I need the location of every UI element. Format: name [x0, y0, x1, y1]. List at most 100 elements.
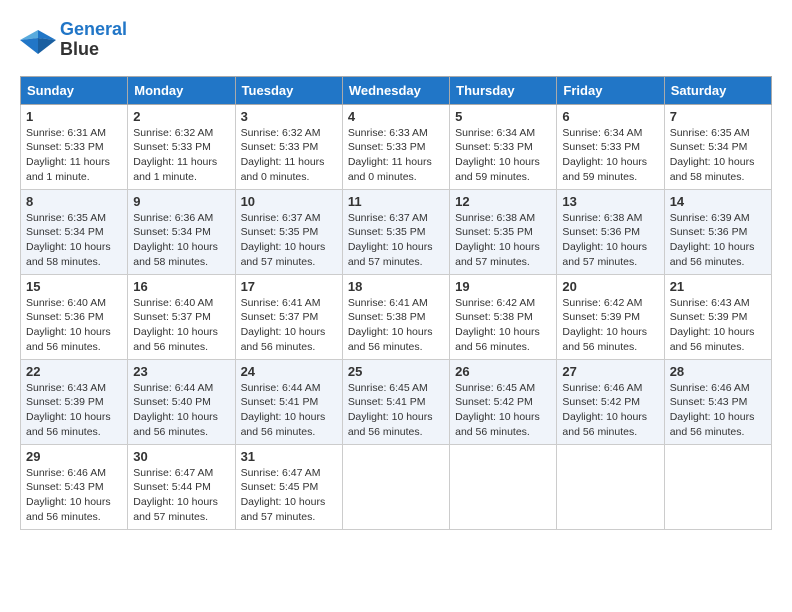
- day-info: Sunrise: 6:32 AM Sunset: 5:33 PM Dayligh…: [133, 126, 229, 185]
- day-number: 1: [26, 109, 122, 124]
- calendar-cell: 23 Sunrise: 6:44 AM Sunset: 5:40 PM Dayl…: [128, 359, 235, 444]
- day-number: 19: [455, 279, 551, 294]
- column-header-monday: Monday: [128, 76, 235, 104]
- calendar-cell: 24 Sunrise: 6:44 AM Sunset: 5:41 PM Dayl…: [235, 359, 342, 444]
- day-number: 29: [26, 449, 122, 464]
- day-info: Sunrise: 6:41 AM Sunset: 5:38 PM Dayligh…: [348, 296, 444, 355]
- calendar-cell: 27 Sunrise: 6:46 AM Sunset: 5:42 PM Dayl…: [557, 359, 664, 444]
- day-number: 10: [241, 194, 337, 209]
- calendar-cell: 8 Sunrise: 6:35 AM Sunset: 5:34 PM Dayli…: [21, 189, 128, 274]
- calendar-cell: 28 Sunrise: 6:46 AM Sunset: 5:43 PM Dayl…: [664, 359, 771, 444]
- calendar-cell: 26 Sunrise: 6:45 AM Sunset: 5:42 PM Dayl…: [450, 359, 557, 444]
- calendar-cell: 1 Sunrise: 6:31 AM Sunset: 5:33 PM Dayli…: [21, 104, 128, 189]
- day-info: Sunrise: 6:33 AM Sunset: 5:33 PM Dayligh…: [348, 126, 444, 185]
- calendar-cell: [342, 444, 449, 529]
- week-row-4: 22 Sunrise: 6:43 AM Sunset: 5:39 PM Dayl…: [21, 359, 772, 444]
- day-info: Sunrise: 6:36 AM Sunset: 5:34 PM Dayligh…: [133, 211, 229, 270]
- day-info: Sunrise: 6:39 AM Sunset: 5:36 PM Dayligh…: [670, 211, 766, 270]
- day-number: 15: [26, 279, 122, 294]
- calendar-cell: 22 Sunrise: 6:43 AM Sunset: 5:39 PM Dayl…: [21, 359, 128, 444]
- calendar-cell: 11 Sunrise: 6:37 AM Sunset: 5:35 PM Dayl…: [342, 189, 449, 274]
- calendar-cell: 29 Sunrise: 6:46 AM Sunset: 5:43 PM Dayl…: [21, 444, 128, 529]
- day-info: Sunrise: 6:32 AM Sunset: 5:33 PM Dayligh…: [241, 126, 337, 185]
- calendar-cell: 4 Sunrise: 6:33 AM Sunset: 5:33 PM Dayli…: [342, 104, 449, 189]
- day-info: Sunrise: 6:34 AM Sunset: 5:33 PM Dayligh…: [562, 126, 658, 185]
- day-info: Sunrise: 6:47 AM Sunset: 5:44 PM Dayligh…: [133, 466, 229, 525]
- calendar-table: SundayMondayTuesdayWednesdayThursdayFrid…: [20, 76, 772, 530]
- calendar-cell: 17 Sunrise: 6:41 AM Sunset: 5:37 PM Dayl…: [235, 274, 342, 359]
- day-info: Sunrise: 6:41 AM Sunset: 5:37 PM Dayligh…: [241, 296, 337, 355]
- day-info: Sunrise: 6:35 AM Sunset: 5:34 PM Dayligh…: [670, 126, 766, 185]
- calendar-cell: 7 Sunrise: 6:35 AM Sunset: 5:34 PM Dayli…: [664, 104, 771, 189]
- logo-icon: [20, 26, 56, 54]
- day-info: Sunrise: 6:37 AM Sunset: 5:35 PM Dayligh…: [241, 211, 337, 270]
- day-number: 23: [133, 364, 229, 379]
- calendar-cell: 14 Sunrise: 6:39 AM Sunset: 5:36 PM Dayl…: [664, 189, 771, 274]
- calendar-cell: 9 Sunrise: 6:36 AM Sunset: 5:34 PM Dayli…: [128, 189, 235, 274]
- calendar-cell: 19 Sunrise: 6:42 AM Sunset: 5:38 PM Dayl…: [450, 274, 557, 359]
- day-number: 28: [670, 364, 766, 379]
- day-number: 9: [133, 194, 229, 209]
- day-number: 26: [455, 364, 551, 379]
- day-info: Sunrise: 6:35 AM Sunset: 5:34 PM Dayligh…: [26, 211, 122, 270]
- calendar-cell: [557, 444, 664, 529]
- day-number: 13: [562, 194, 658, 209]
- calendar-cell: 16 Sunrise: 6:40 AM Sunset: 5:37 PM Dayl…: [128, 274, 235, 359]
- calendar-cell: 21 Sunrise: 6:43 AM Sunset: 5:39 PM Dayl…: [664, 274, 771, 359]
- day-info: Sunrise: 6:37 AM Sunset: 5:35 PM Dayligh…: [348, 211, 444, 270]
- day-number: 2: [133, 109, 229, 124]
- week-row-1: 1 Sunrise: 6:31 AM Sunset: 5:33 PM Dayli…: [21, 104, 772, 189]
- day-info: Sunrise: 6:43 AM Sunset: 5:39 PM Dayligh…: [670, 296, 766, 355]
- day-number: 8: [26, 194, 122, 209]
- day-number: 3: [241, 109, 337, 124]
- day-info: Sunrise: 6:42 AM Sunset: 5:39 PM Dayligh…: [562, 296, 658, 355]
- calendar-cell: 10 Sunrise: 6:37 AM Sunset: 5:35 PM Dayl…: [235, 189, 342, 274]
- week-row-5: 29 Sunrise: 6:46 AM Sunset: 5:43 PM Dayl…: [21, 444, 772, 529]
- day-info: Sunrise: 6:31 AM Sunset: 5:33 PM Dayligh…: [26, 126, 122, 185]
- day-info: Sunrise: 6:43 AM Sunset: 5:39 PM Dayligh…: [26, 381, 122, 440]
- page-header: General Blue: [20, 20, 772, 60]
- calendar-cell: 20 Sunrise: 6:42 AM Sunset: 5:39 PM Dayl…: [557, 274, 664, 359]
- logo: General Blue: [20, 20, 127, 60]
- day-number: 11: [348, 194, 444, 209]
- calendar-cell: 2 Sunrise: 6:32 AM Sunset: 5:33 PM Dayli…: [128, 104, 235, 189]
- column-header-wednesday: Wednesday: [342, 76, 449, 104]
- column-header-thursday: Thursday: [450, 76, 557, 104]
- day-info: Sunrise: 6:45 AM Sunset: 5:41 PM Dayligh…: [348, 381, 444, 440]
- day-number: 18: [348, 279, 444, 294]
- day-info: Sunrise: 6:46 AM Sunset: 5:42 PM Dayligh…: [562, 381, 658, 440]
- day-number: 22: [26, 364, 122, 379]
- day-info: Sunrise: 6:40 AM Sunset: 5:36 PM Dayligh…: [26, 296, 122, 355]
- column-header-saturday: Saturday: [664, 76, 771, 104]
- calendar-cell: 5 Sunrise: 6:34 AM Sunset: 5:33 PM Dayli…: [450, 104, 557, 189]
- day-info: Sunrise: 6:34 AM Sunset: 5:33 PM Dayligh…: [455, 126, 551, 185]
- day-number: 25: [348, 364, 444, 379]
- day-info: Sunrise: 6:47 AM Sunset: 5:45 PM Dayligh…: [241, 466, 337, 525]
- day-number: 21: [670, 279, 766, 294]
- calendar-cell: 25 Sunrise: 6:45 AM Sunset: 5:41 PM Dayl…: [342, 359, 449, 444]
- day-info: Sunrise: 6:44 AM Sunset: 5:40 PM Dayligh…: [133, 381, 229, 440]
- column-header-friday: Friday: [557, 76, 664, 104]
- day-number: 6: [562, 109, 658, 124]
- day-info: Sunrise: 6:46 AM Sunset: 5:43 PM Dayligh…: [26, 466, 122, 525]
- calendar-cell: 15 Sunrise: 6:40 AM Sunset: 5:36 PM Dayl…: [21, 274, 128, 359]
- logo-text: General Blue: [60, 20, 127, 60]
- day-number: 20: [562, 279, 658, 294]
- day-number: 14: [670, 194, 766, 209]
- day-number: 27: [562, 364, 658, 379]
- column-header-tuesday: Tuesday: [235, 76, 342, 104]
- day-info: Sunrise: 6:42 AM Sunset: 5:38 PM Dayligh…: [455, 296, 551, 355]
- column-header-sunday: Sunday: [21, 76, 128, 104]
- calendar-cell: 12 Sunrise: 6:38 AM Sunset: 5:35 PM Dayl…: [450, 189, 557, 274]
- day-number: 4: [348, 109, 444, 124]
- day-number: 17: [241, 279, 337, 294]
- day-info: Sunrise: 6:46 AM Sunset: 5:43 PM Dayligh…: [670, 381, 766, 440]
- week-row-3: 15 Sunrise: 6:40 AM Sunset: 5:36 PM Dayl…: [21, 274, 772, 359]
- day-number: 7: [670, 109, 766, 124]
- day-number: 16: [133, 279, 229, 294]
- calendar-cell: 13 Sunrise: 6:38 AM Sunset: 5:36 PM Dayl…: [557, 189, 664, 274]
- day-number: 30: [133, 449, 229, 464]
- day-number: 24: [241, 364, 337, 379]
- calendar-cell: [664, 444, 771, 529]
- calendar-cell: 6 Sunrise: 6:34 AM Sunset: 5:33 PM Dayli…: [557, 104, 664, 189]
